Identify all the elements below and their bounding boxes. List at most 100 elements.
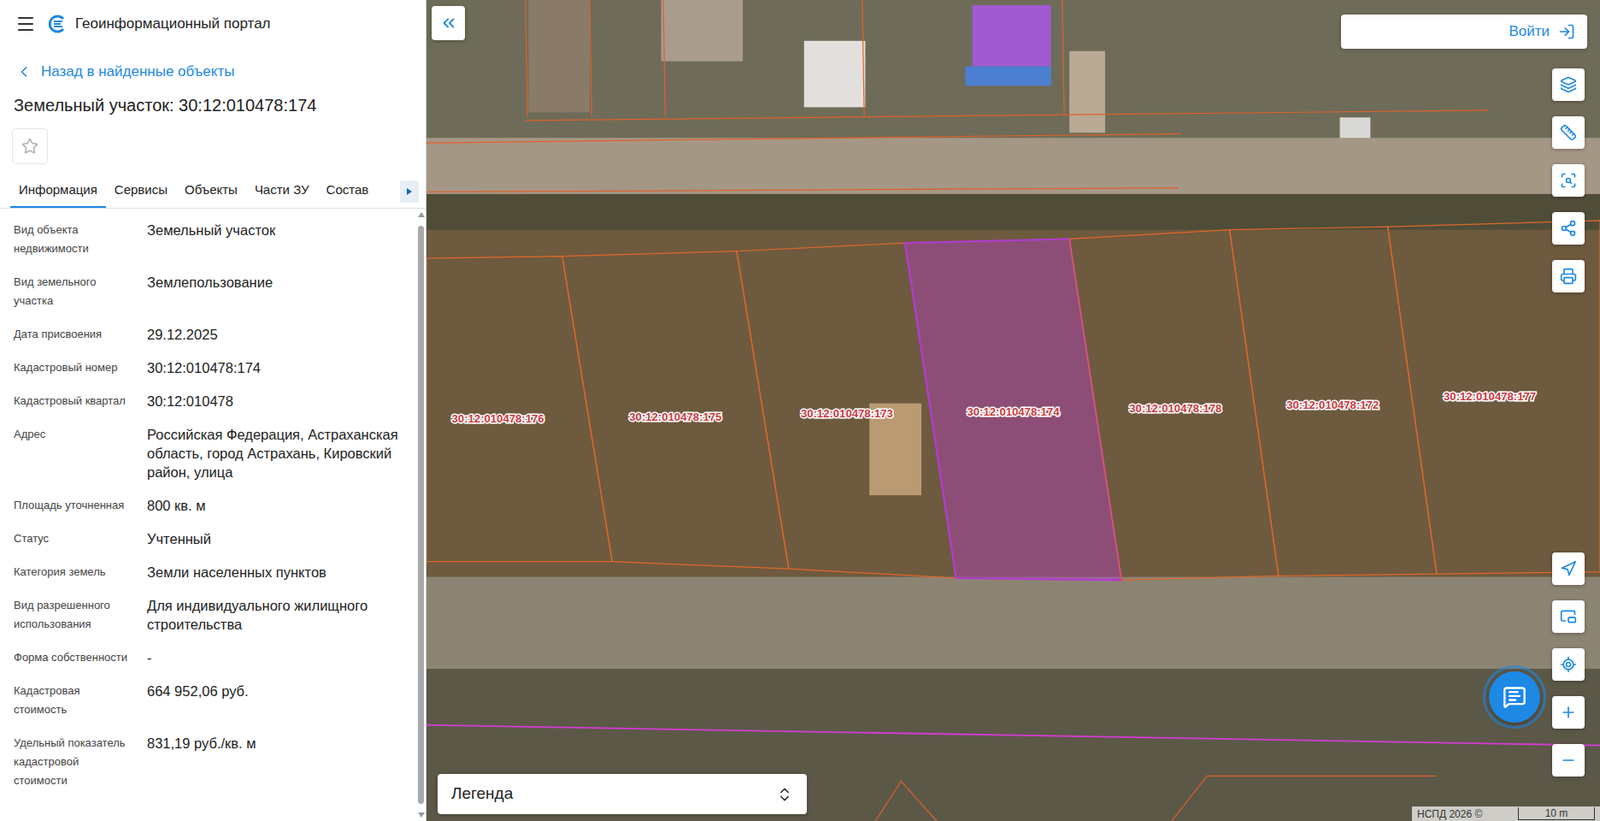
field-label: Кадастровая стоимость — [0, 681, 148, 719]
field-label: Форма собственности — [0, 647, 148, 667]
scrollbar[interactable] — [416, 208, 426, 821]
parcel-label[interactable]: 30:12:010478:172 — [1286, 398, 1379, 412]
satellite-image — [426, 0, 1600, 821]
field-row: Кадастровый квартал30:12:010478 — [0, 391, 417, 411]
back-link[interactable]: Назад в найденные объекты — [0, 56, 426, 88]
field-row: СтатусУчтенный — [0, 529, 417, 548]
legend-button[interactable]: Легенда — [437, 773, 807, 814]
field-value: Учтенный — [147, 529, 417, 548]
field-row: Вид объекта недвижимостиЗемельный участо… — [0, 220, 417, 259]
field-label: Категория земель — [0, 562, 148, 582]
map[interactable]: 30:12:010478:176 30:12:010478:175 30:12:01… — [426, 0, 1600, 821]
tab[interactable]: Сервисы — [105, 174, 177, 208]
plus-icon — [1559, 703, 1577, 721]
portal-logo[interactable]: Геоинформационный портал — [47, 12, 271, 36]
scrollbar-thumb[interactable] — [417, 225, 424, 804]
field-row: Категория земельЗемли населенных пунктов — [0, 562, 417, 582]
minimap-button[interactable] — [1552, 600, 1585, 633]
layers-icon — [1559, 76, 1577, 94]
tabs-scroll-button[interactable] — [400, 180, 419, 203]
boundary-line — [875, 780, 937, 821]
scale-bar: 10 m — [1517, 806, 1595, 820]
field-row: Удельный показатель кадастровой стоимост… — [0, 733, 417, 790]
field-value: 664 952,06 руб. — [147, 681, 417, 700]
print-button[interactable] — [1552, 259, 1585, 293]
my-location-button[interactable] — [1552, 552, 1585, 585]
parcel-label[interactable]: 30:12:010478:176 — [452, 411, 545, 425]
chevrons-up-down-icon — [776, 785, 794, 803]
scroll-down-icon — [417, 811, 425, 818]
boundary-line — [663, 0, 665, 117]
share-button[interactable] — [1552, 211, 1585, 245]
star-icon — [21, 137, 39, 155]
chat-button[interactable] — [1482, 664, 1547, 729]
attribution: НСПД 2026 © — [1417, 806, 1483, 821]
building-blue — [964, 66, 1051, 87]
logo-icon — [47, 14, 67, 34]
field-label: Вид разрешенного использования — [0, 595, 148, 634]
layers-button[interactable] — [1552, 68, 1585, 101]
select-area-button[interactable] — [1552, 164, 1585, 197]
parcel-label[interactable]: 30:12:010478:175 — [629, 410, 722, 424]
parcel-label[interactable]: 30:12:010478:173 — [800, 406, 894, 420]
login-button[interactable]: Войти — [1341, 14, 1588, 49]
parcel-label[interactable]: 30:12:010478:178 — [1129, 401, 1222, 415]
zoom-out-button[interactable] — [1552, 743, 1585, 777]
boundary-line — [589, 0, 592, 117]
field-label: Кадастровый номер — [0, 358, 148, 377]
quarter-boundary — [426, 724, 1600, 746]
locate-icon — [1559, 655, 1577, 673]
tab-bar: ИнформацияСервисыОбъектыЧасти ЗУСостав — [0, 174, 426, 209]
printer-icon — [1559, 267, 1577, 285]
field-label: Статус — [0, 529, 148, 548]
highlighted-building — [972, 5, 1052, 67]
menu-icon[interactable] — [15, 13, 36, 35]
field-value: 800 кв. м — [147, 495, 417, 515]
scan-search-icon — [1559, 171, 1577, 189]
boundary-line — [525, 0, 528, 117]
map-canvas[interactable]: 30:12:010478:176 30:12:010478:175 30:12:01… — [426, 0, 1600, 821]
favorite-button[interactable] — [11, 128, 48, 165]
collapse-panel-button[interactable] — [431, 5, 465, 41]
field-label: Удельный показатель кадастровой стоимост… — [0, 733, 148, 790]
tab[interactable]: Объекты — [176, 174, 247, 208]
parcel-label[interactable]: 30:12:010478:174 — [966, 405, 1060, 418]
field-label: Вид земельного участка — [0, 272, 148, 311]
login-icon — [1558, 23, 1576, 41]
chat-icon — [1502, 684, 1527, 709]
attribution-bar: НСПД 2026 © 10 m — [1411, 805, 1600, 821]
app: Геоинформационный портал Назад в найденны… — [0, 0, 1600, 821]
object-title: Земельный участок: 30:12:010478:174 — [0, 87, 426, 118]
portal-title: Геоинформационный портал — [75, 12, 271, 36]
tab[interactable]: Состав — [317, 174, 378, 208]
field-label: Дата присвоения — [0, 324, 148, 344]
minimap-icon — [1559, 607, 1577, 625]
zoom-in-button[interactable] — [1552, 695, 1585, 729]
map-tools-bottom — [1552, 552, 1585, 777]
chevrons-left-icon — [439, 13, 459, 33]
ruler-icon — [1559, 123, 1577, 142]
field-value: Земли населенных пунктов — [147, 562, 417, 582]
house-roof — [661, 0, 744, 62]
field-row: Вид земельного участкаЗемлепользование — [0, 272, 417, 311]
tab[interactable]: Информация — [10, 174, 106, 208]
field-value: 29.12.2025 — [147, 324, 417, 344]
field-row: Кадастровый номер30:12:010478:174 — [0, 358, 417, 377]
parcel-polygon[interactable] — [1388, 220, 1600, 574]
field-label: Кадастровый квартал — [0, 391, 148, 411]
field-list: Вид объекта недвижимостиЗемельный участо… — [0, 208, 417, 821]
minus-icon — [1559, 751, 1577, 769]
info-panel: Геоинформационный портал Назад в найденны… — [0, 0, 427, 821]
boundary-line — [426, 133, 1182, 143]
ruler-button[interactable] — [1552, 116, 1585, 149]
field-value: Землепользование — [147, 272, 417, 292]
field-label: Адрес — [0, 424, 148, 444]
navigation-icon — [1559, 559, 1577, 577]
parcel-label[interactable]: 30:12:010478:177 — [1443, 389, 1536, 403]
locate-button[interactable] — [1552, 647, 1585, 681]
field-row: АдресРоссийская Федерация, Астраханская … — [0, 424, 417, 482]
map-tools-top — [1552, 68, 1585, 293]
tab[interactable]: Части ЗУ — [246, 174, 318, 208]
lower-area — [426, 668, 1600, 821]
field-value: Российская Федерация, Астраханская облас… — [147, 424, 417, 482]
